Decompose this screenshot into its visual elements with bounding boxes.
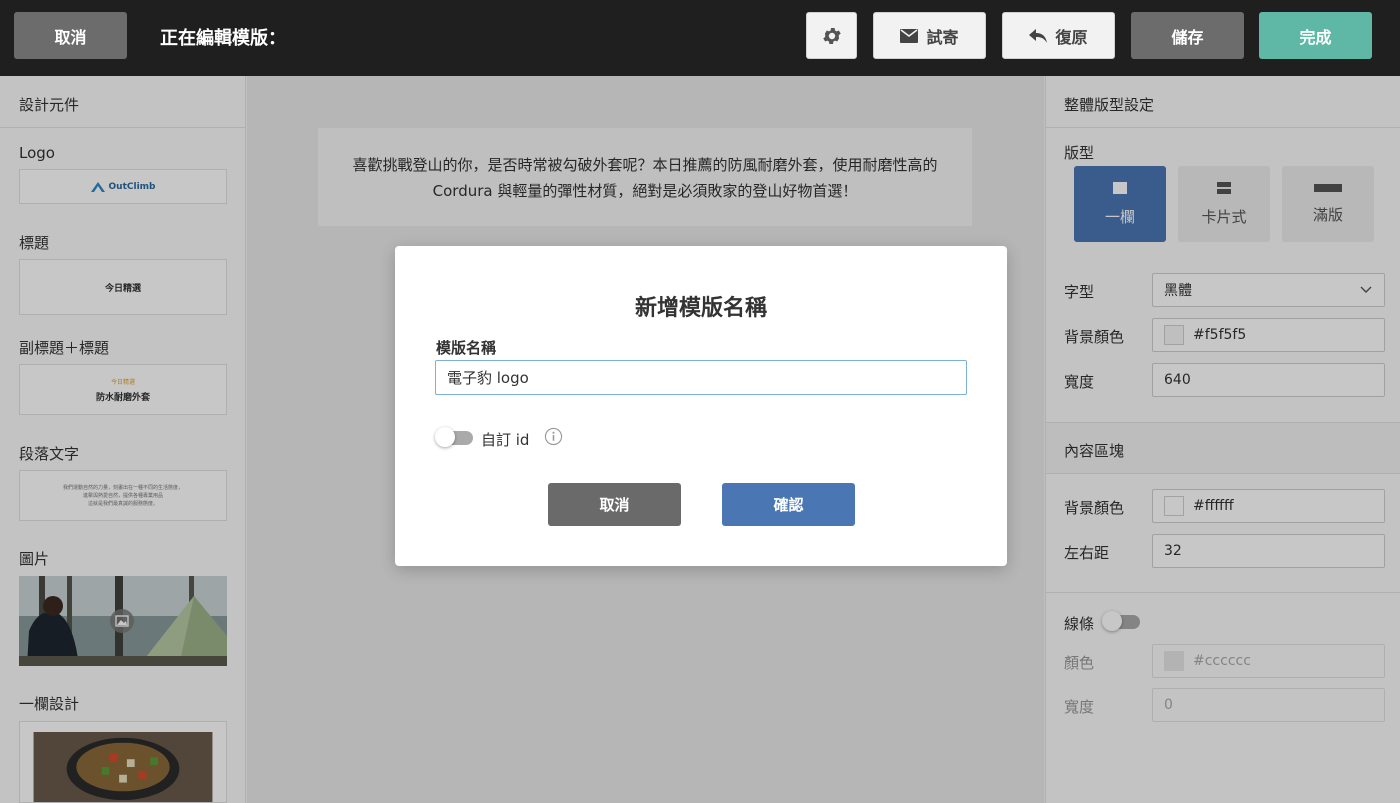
save-button[interactable]: 儲存: [1131, 12, 1244, 59]
custom-id-label: 自訂 id: [481, 431, 530, 449]
envelope-icon: [900, 28, 919, 43]
dialog-title: 新增模版名稱: [634, 296, 767, 321]
done-button[interactable]: 完成: [1259, 12, 1372, 59]
settings-button[interactable]: [806, 12, 857, 59]
info-icon[interactable]: [544, 427, 563, 446]
gear-icon: [822, 27, 841, 44]
editing-template-label: 正在編輯模版：: [160, 28, 286, 49]
template-name-input[interactable]: [435, 360, 967, 395]
dialog-cancel-button[interactable]: 取消: [548, 483, 681, 526]
dialog-confirm-button[interactable]: 確認: [722, 483, 855, 526]
revert-label: 復原: [1055, 27, 1088, 47]
template-name-label: 模版名稱: [436, 339, 497, 357]
revert-button[interactable]: 復原: [1002, 12, 1115, 59]
new-template-name-dialog: 新增模版名稱 模版名稱 自訂 id 取消 確認: [395, 246, 1007, 566]
cancel-edit-button[interactable]: 取消: [14, 12, 127, 59]
custom-id-toggle[interactable]: [435, 427, 473, 447]
reply-arrow-icon: [1029, 28, 1048, 43]
top-toolbar: 取消 正在編輯模版： 試寄 復原 儲存 完成: [0, 0, 1400, 76]
test-send-button[interactable]: 試寄: [873, 12, 986, 59]
test-send-label: 試寄: [926, 27, 959, 47]
